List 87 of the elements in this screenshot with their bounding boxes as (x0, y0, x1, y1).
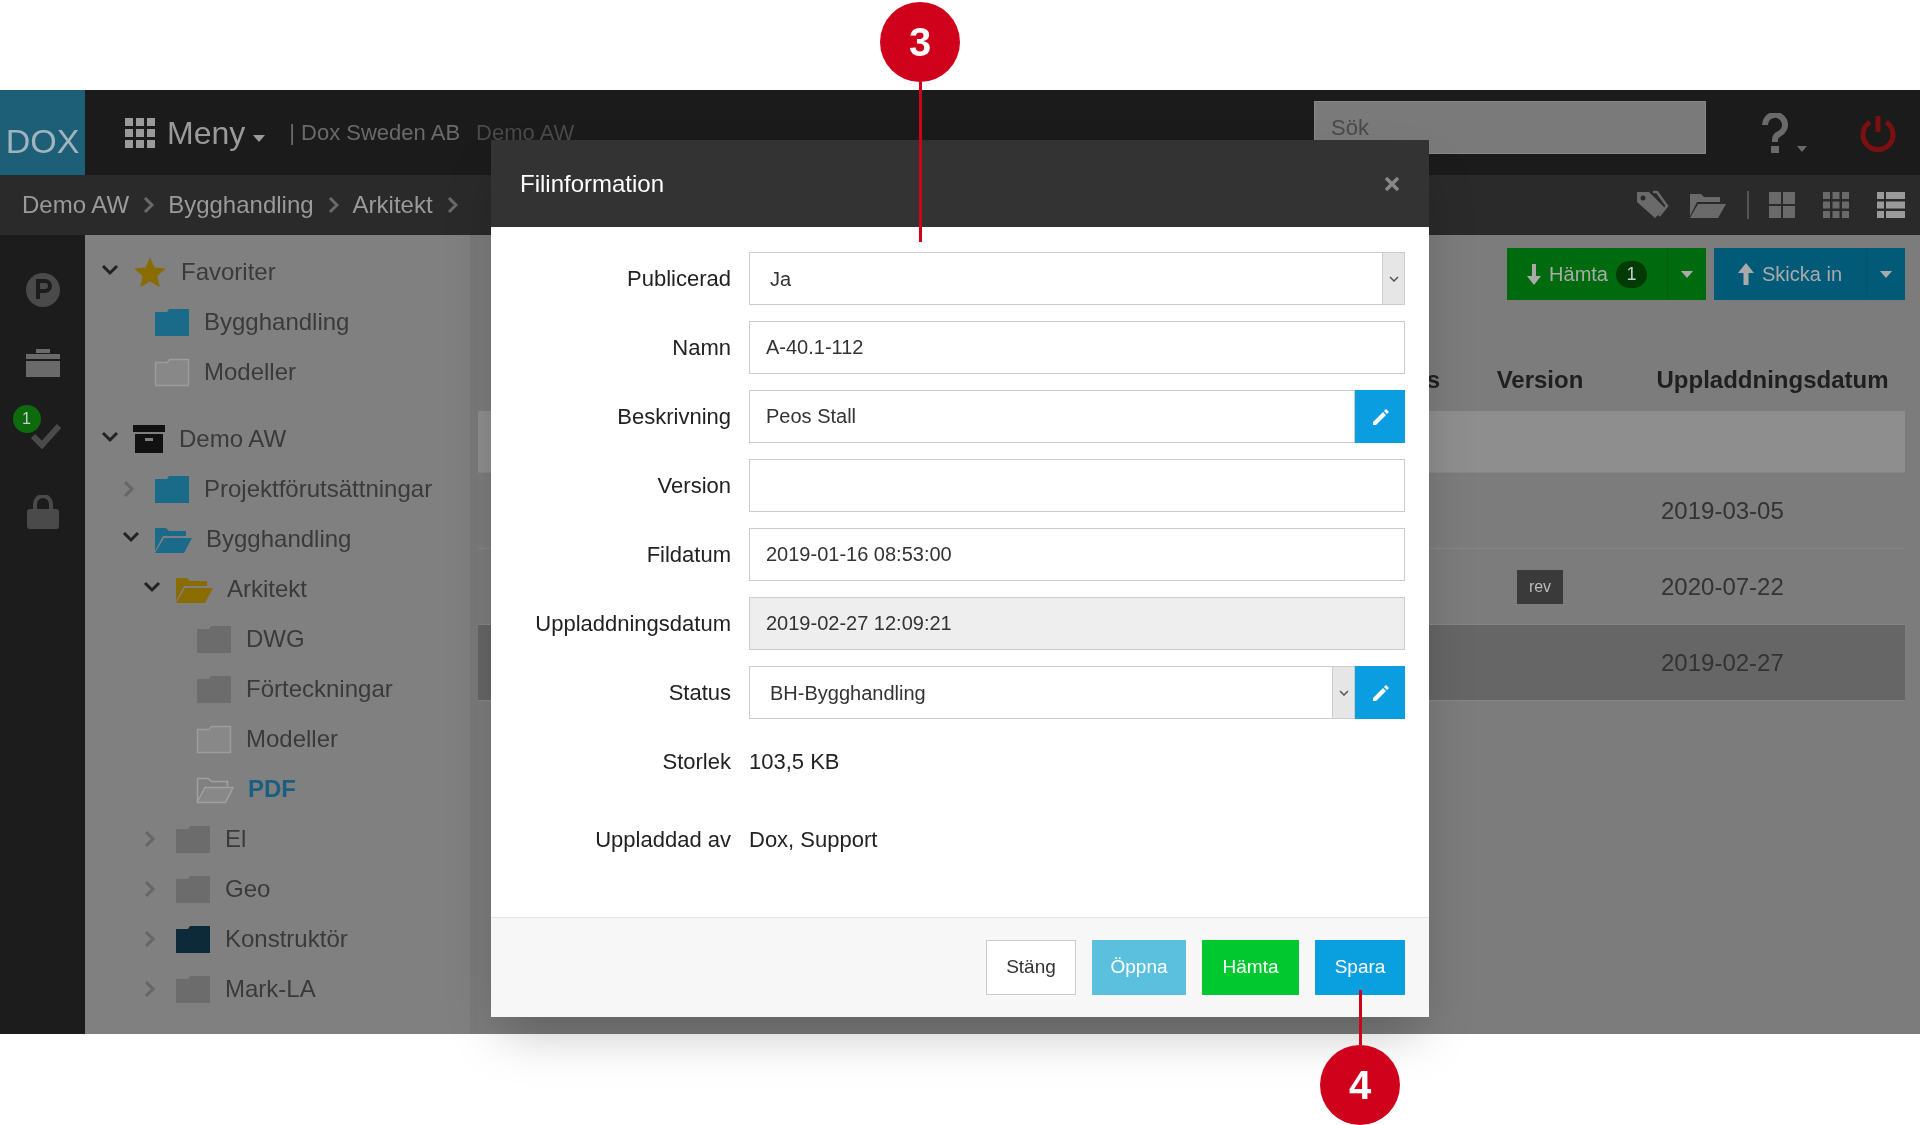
company-name: | Dox Sweden AB (289, 119, 461, 147)
column-header[interactable]: Uppladdningsdatum (1656, 362, 1889, 398)
caret-icon (1680, 270, 1693, 278)
breadcrumb-link[interactable]: Demo AW (22, 187, 130, 223)
chevron-icon (446, 196, 458, 214)
lock-icon[interactable] (26, 495, 59, 529)
caret-icon (1388, 275, 1399, 282)
chevron-icon (143, 196, 155, 214)
count-badge: 1 (1615, 260, 1647, 288)
column-header[interactable]: Version (1496, 362, 1584, 398)
help-icon[interactable] (1761, 112, 1789, 153)
pencil-icon (1370, 406, 1390, 427)
tree-item[interactable]: Konstruktör (225, 921, 348, 957)
field-label: Fildatum (646, 541, 731, 569)
caret-icon (1338, 689, 1349, 696)
table-cell: 2020-07-22 (1661, 572, 1784, 600)
caret-icon[interactable] (1797, 145, 1807, 152)
list-icon[interactable] (1877, 192, 1905, 218)
upload-arrow-icon (1737, 263, 1754, 285)
tree-item[interactable]: Modeller (246, 721, 339, 757)
close-icon[interactable] (1384, 175, 1400, 192)
tree-item[interactable]: Mark-LA (225, 971, 316, 1007)
tree-item[interactable]: Bygghandling (204, 304, 350, 340)
menu-button[interactable]: Meny (167, 108, 246, 157)
text-field[interactable] (749, 459, 1405, 512)
dialog-button[interactable]: Hämta (1202, 940, 1299, 995)
tree-item[interactable]: El (225, 821, 247, 857)
tree-item[interactable]: DWG (246, 621, 305, 657)
tree-item[interactable]: Geo (225, 871, 271, 907)
empty-folder-icon (196, 724, 232, 754)
large-grid-icon[interactable] (1769, 192, 1795, 218)
callout-number: 3 (880, 2, 960, 82)
field-label: Uppladdningsdatum (535, 610, 731, 638)
field-label: Beskrivning (617, 403, 731, 431)
star-icon (133, 256, 167, 288)
tree-item[interactable]: Förteckningar (246, 671, 393, 707)
tree-item[interactable]: Bygghandling (206, 521, 352, 557)
dropdown-field[interactable]: BH-Bygghandling (749, 666, 1355, 719)
text-field[interactable]: A-40.1-112 (749, 321, 1405, 374)
caret-icon (1880, 270, 1892, 278)
text-field[interactable]: 2019-01-16 08:53:00 (749, 528, 1405, 581)
field-label: Publicerad (627, 265, 731, 293)
field-label: Version (657, 472, 731, 500)
tree-item[interactable]: Projektförutsättningar (204, 471, 433, 507)
dialog-button[interactable]: Öppna (1092, 940, 1186, 995)
breadcrumb-link[interactable]: Bygghandling (168, 187, 314, 223)
briefcase-icon[interactable] (25, 349, 60, 377)
grid-icon[interactable] (125, 117, 155, 148)
field-value: 103,5 KB (749, 748, 840, 776)
leader-line (1359, 990, 1362, 1045)
dialog-button[interactable]: Stäng (986, 940, 1076, 995)
chevron-icon (327, 196, 339, 214)
text-field[interactable]: 2019-02-27 12:09:21 (749, 597, 1405, 650)
tag-icon[interactable] (1635, 190, 1669, 220)
field-label: Uppladdad av (595, 826, 731, 854)
field-value: Dox, Support (749, 826, 878, 854)
caret-icon (253, 135, 266, 142)
field-label: Namn (672, 334, 731, 362)
text-field[interactable]: Peos Stall (749, 390, 1355, 443)
breadcrumb-link[interactable]: Arkitekt (352, 187, 433, 223)
tree-item[interactable]: Demo AW (179, 421, 287, 457)
revision-badge: rev (1516, 569, 1564, 604)
download-arrow-icon (1527, 263, 1542, 285)
tree-item[interactable]: Favoriter (181, 254, 276, 290)
edit-button[interactable] (1355, 390, 1405, 443)
small-grid-icon[interactable] (1823, 192, 1849, 218)
archive-box-icon (133, 425, 165, 453)
dialog-button[interactable]: Spara (1315, 940, 1405, 995)
folder-icon[interactable] (1689, 191, 1727, 219)
checkmark-icon[interactable] (30, 423, 61, 449)
power-icon[interactable] (1859, 113, 1897, 152)
column-header[interactable]: s (1426, 362, 1440, 398)
dialog-title: Filinformation (520, 168, 665, 199)
field-label: Storlek (662, 748, 731, 776)
parking-icon[interactable] (25, 273, 60, 307)
tree-item[interactable]: PDF (248, 771, 296, 807)
pencil-icon (1370, 682, 1390, 703)
notification-badge: 1 (12, 405, 41, 433)
field-label: Status (668, 679, 731, 707)
tree-item[interactable]: Arkitekt (227, 571, 307, 607)
empty-folder-icon (154, 357, 190, 387)
table-cell: 2019-03-05 (1661, 496, 1784, 524)
callout-number: 4 (1320, 1045, 1400, 1125)
logo[interactable]: DOX (0, 90, 85, 175)
dropdown-field[interactable]: Ja (749, 252, 1405, 305)
tree-item[interactable]: Modeller (204, 354, 297, 390)
edit-button[interactable] (1355, 666, 1405, 719)
